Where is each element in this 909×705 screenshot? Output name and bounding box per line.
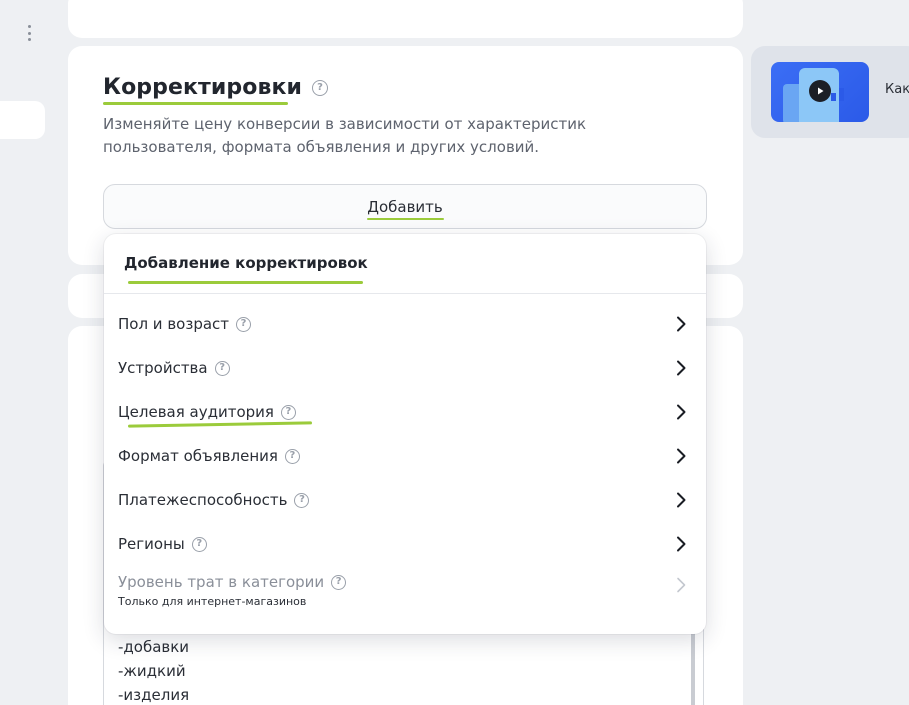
- more-vertical-icon[interactable]: [26, 25, 32, 41]
- help-icon[interactable]: ?: [284, 448, 300, 464]
- dropdown-item-label: Уровень трат в категории: [118, 573, 325, 591]
- textarea-scrollbar[interactable]: [691, 631, 695, 705]
- adjustments-dropdown: Добавление корректировок Пол и возраст ?…: [104, 234, 706, 634]
- chevron-right-icon: [674, 535, 688, 553]
- dropdown-item-category-spend[interactable]: Уровень трат в категории ? Только для ин…: [104, 566, 706, 622]
- dropdown-item-label: Регионы: [118, 535, 185, 553]
- help-icon[interactable]: ?: [191, 536, 207, 552]
- chevron-right-icon: [674, 315, 688, 333]
- highlight-underline: [367, 218, 444, 220]
- dropdown-item-ad-format[interactable]: Формат объявления ?: [104, 434, 706, 478]
- video-title: Как: [885, 82, 909, 97]
- adjustments-description: Изменяйте цену конверсии в зависимости о…: [103, 115, 587, 156]
- dropdown-item-solvency[interactable]: Платежеспособность ?: [104, 478, 706, 522]
- left-nav-pill[interactable]: [0, 101, 45, 139]
- dropdown-item-sublabel: Только для интернет-магазинов: [118, 595, 307, 608]
- help-video-card[interactable]: Как: [751, 46, 909, 138]
- textarea-lines: -добавки -жидкий -изделия: [118, 635, 189, 705]
- adjustments-title-row: Корректировки ?: [103, 75, 329, 100]
- dropdown-item-devices[interactable]: Устройства ?: [104, 346, 706, 390]
- help-icon[interactable]: ?: [280, 404, 296, 420]
- chevron-right-icon: [674, 491, 688, 509]
- dropdown-item-gender-age[interactable]: Пол и возраст ?: [104, 302, 706, 346]
- page-title: Корректировки: [103, 75, 303, 100]
- chart-bars-icon: [831, 88, 844, 101]
- dropdown-item-label: Целевая аудитория: [118, 403, 274, 421]
- dropdown-item-label: Платежеспособность: [118, 491, 288, 509]
- add-button[interactable]: Добавить: [103, 184, 707, 229]
- help-icon[interactable]: ?: [331, 574, 347, 590]
- highlight-underline: [103, 102, 288, 105]
- dropdown-header: Добавление корректировок: [104, 234, 706, 294]
- textarea-line: -добавки: [118, 638, 190, 656]
- previous-section-card: [68, 0, 743, 38]
- play-icon[interactable]: [809, 80, 831, 102]
- chevron-right-icon: [674, 447, 688, 465]
- chevron-right-icon: [674, 359, 688, 377]
- dropdown-item-label: Формат объявления: [118, 447, 278, 465]
- dropdown-item-label: Пол и возраст: [118, 315, 230, 333]
- highlight-underline: [128, 281, 363, 284]
- help-icon[interactable]: ?: [294, 492, 310, 508]
- chevron-right-icon: [674, 403, 688, 421]
- dropdown-item-target-audience[interactable]: Целевая аудитория ?: [104, 390, 706, 434]
- video-thumbnail[interactable]: [771, 62, 869, 122]
- help-icon[interactable]: ?: [312, 79, 329, 96]
- chevron-right-icon: [674, 576, 688, 594]
- help-icon[interactable]: ?: [214, 360, 230, 376]
- textarea-line: -изделия: [118, 686, 190, 704]
- dropdown-list: Пол и возраст ? Устройства ? Целевая ауд…: [104, 294, 706, 622]
- textarea-line: -жидкий: [118, 662, 186, 680]
- dropdown-item-regions[interactable]: Регионы ?: [104, 522, 706, 566]
- help-icon[interactable]: ?: [236, 316, 252, 332]
- dropdown-item-label: Устройства: [118, 359, 208, 377]
